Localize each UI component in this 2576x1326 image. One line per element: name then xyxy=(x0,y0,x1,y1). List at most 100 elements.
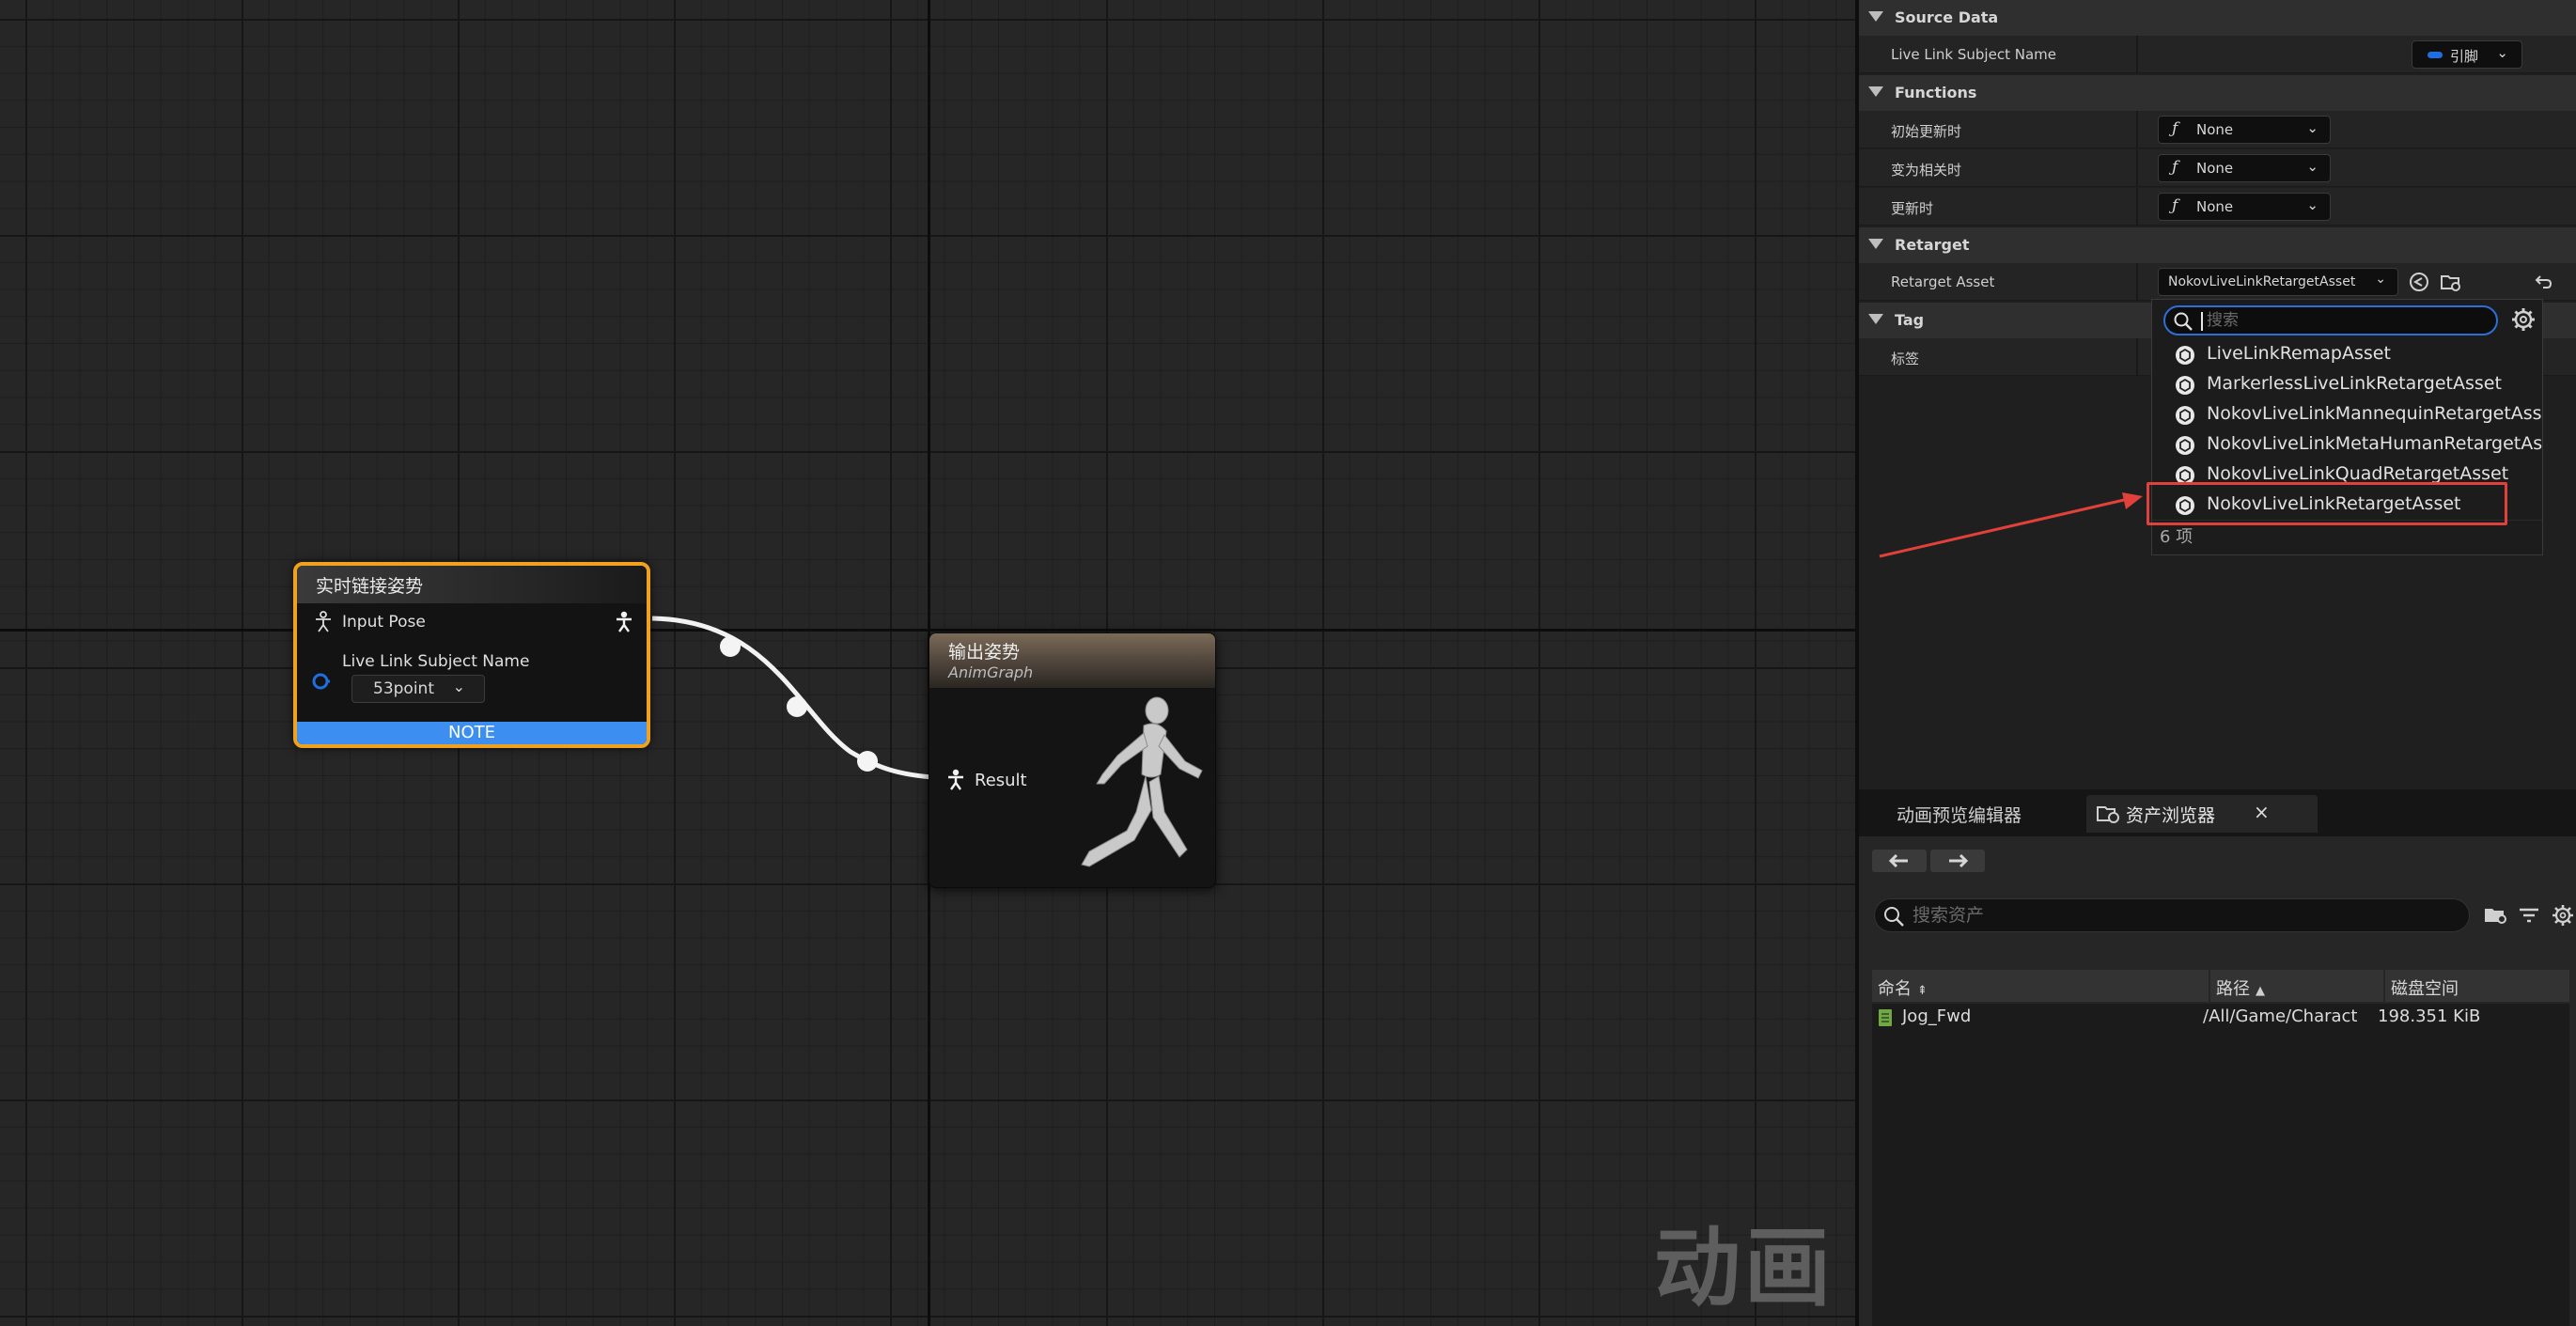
search-icon xyxy=(1884,907,1904,927)
chevron-down-icon: ⌄ xyxy=(2306,119,2318,136)
collapse-triangle-icon xyxy=(1868,239,1883,249)
result-pin[interactable]: Result xyxy=(946,769,1027,791)
use-selected-icon[interactable] xyxy=(2408,271,2430,293)
node-header: 输出姿势 AnimGraph xyxy=(929,633,1215,688)
subject-name-label: Live Link Subject Name xyxy=(342,652,530,671)
function-combo[interactable]: ƒ None ⌄ xyxy=(2158,154,2331,182)
picker-item-label: NokovLiveLinkMannequinRetargetAsset xyxy=(2207,403,2543,424)
function-combo[interactable]: ƒ None ⌄ xyxy=(2158,193,2331,221)
picker-item-label: NokovLiveLinkQuadRetargetAsset xyxy=(2207,463,2509,484)
filter-icon[interactable] xyxy=(2517,904,2541,927)
chevron-down-icon: ⌄ xyxy=(452,678,465,695)
person-pin-icon xyxy=(948,769,963,790)
subject-name-value: 引脚 xyxy=(2450,48,2479,65)
picker-item[interactable]: NokovLiveLinkMetaHumanRetargetAsset xyxy=(2152,429,2542,460)
chevron-down-icon: ⌄ xyxy=(2375,272,2386,287)
function-value: None xyxy=(2196,198,2234,215)
picker-item[interactable]: LiveLinkRemapAsset xyxy=(2152,339,2542,369)
column-header-name[interactable]: 命名 ⇞ xyxy=(1872,970,2209,1002)
prop-label: 变为相关时 xyxy=(1891,162,1962,179)
prop-label: 更新时 xyxy=(1891,200,1934,217)
table-row[interactable]: Jog_Fwd /All/Game/Charact 198.351 KiB xyxy=(1872,1004,2568,1032)
subject-name-value: 53point xyxy=(373,679,434,698)
function-combo[interactable]: ƒ None ⌄ xyxy=(2158,116,2331,144)
node-title: 输出姿势 xyxy=(948,642,1021,663)
asset-search-box[interactable] xyxy=(1874,898,2470,932)
output-pose-node[interactable]: 输出姿势 AnimGraph Result xyxy=(929,632,1216,888)
column-divider[interactable] xyxy=(2136,263,2138,301)
column-size-label: 磁盘空间 xyxy=(2391,979,2459,999)
panel-tab-bar: 动画预览编辑器 资产浏览器 × xyxy=(1859,789,2576,836)
picker-item-count: 6 项 xyxy=(2160,527,2194,547)
tab-asset-browser[interactable]: 资产浏览器 × xyxy=(2086,795,2318,833)
asset-class-icon xyxy=(2176,346,2194,365)
back-button[interactable] xyxy=(1872,850,1927,872)
output-pose-pin-icon[interactable] xyxy=(615,611,633,633)
picker-item-label: LiveLinkRemapAsset xyxy=(2207,343,2391,364)
live-link-pin-icon xyxy=(2428,52,2443,58)
chevron-down-icon: ⌄ xyxy=(2306,158,2318,175)
function-value: None xyxy=(2196,160,2234,177)
gear-icon[interactable] xyxy=(2551,904,2575,927)
section-title: Retarget xyxy=(1895,236,1970,254)
anim-sequence-icon xyxy=(1879,1009,1892,1026)
retarget-asset-value: NokovLiveLinkRetargetAsset xyxy=(2168,274,2356,289)
node-title: 实时链接姿势 xyxy=(297,566,647,603)
subject-name-dropdown[interactable]: 53point ⌄ xyxy=(351,675,485,703)
column-divider[interactable] xyxy=(2136,338,2138,376)
picker-item[interactable]: MarkerlessLiveLinkRetargetAsset xyxy=(2152,369,2542,399)
folder-icon[interactable] xyxy=(2483,904,2507,927)
asset-class-icon xyxy=(2176,406,2194,425)
input-pose-label: Input Pose xyxy=(342,613,426,632)
browse-icon[interactable] xyxy=(2440,271,2462,293)
live-link-pin-icon[interactable] xyxy=(310,671,331,692)
picker-search-input[interactable] xyxy=(2207,309,2479,332)
annotation-arrow xyxy=(1879,492,2143,558)
asset-search-input[interactable] xyxy=(1912,904,2439,927)
column-divider[interactable] xyxy=(2136,188,2138,226)
retarget-asset-combo[interactable]: NokovLiveLinkRetargetAsset ⌄ xyxy=(2158,268,2398,296)
column-header-size[interactable]: 磁盘空间 xyxy=(2385,970,2569,1002)
picker-search-box[interactable] xyxy=(2163,305,2498,335)
column-divider[interactable] xyxy=(2136,149,2138,187)
prop-function-1: 变为相关时 ƒ None ⌄ xyxy=(1859,149,2576,187)
column-header-path[interactable]: 路径 ▲ xyxy=(2210,970,2383,1002)
column-name-label: 命名 xyxy=(1878,979,1912,999)
section-functions[interactable]: Functions xyxy=(1859,75,2576,111)
section-title: Source Data xyxy=(1895,8,1999,26)
reset-arrow-icon[interactable] xyxy=(2532,271,2554,293)
section-title: Functions xyxy=(1895,84,1977,101)
column-divider[interactable] xyxy=(2136,36,2138,73)
close-icon[interactable]: × xyxy=(2254,801,2270,823)
prop-function-0: 初始更新时 ƒ None ⌄ xyxy=(1859,111,2576,148)
search-icon xyxy=(2174,312,2193,331)
content-browser-panel: 动画预览编辑器 资产浏览器 × 搜索资产 命名 ⇞ 路径 ▲ 磁盘空间 Jog_… xyxy=(1855,789,2576,1326)
tab-anim-preview-editor[interactable]: 动画预览编辑器 xyxy=(1897,802,2022,827)
gear-icon[interactable] xyxy=(2510,306,2537,333)
prop-function-2: 更新时 ƒ None ⌄ xyxy=(1859,188,2576,226)
asset-size: 198.351 KiB xyxy=(2378,1006,2481,1026)
text-caret xyxy=(2201,312,2203,331)
column-divider[interactable] xyxy=(2136,111,2138,148)
subject-name-combo[interactable]: 引脚 ⌄ xyxy=(2412,40,2522,69)
graph-watermark: 动画 xyxy=(1654,1218,1835,1318)
person-pin-icon xyxy=(316,611,331,632)
function-icon: ƒ xyxy=(2172,119,2178,138)
picker-item[interactable]: NokovLiveLinkMannequinRetargetAsset xyxy=(2152,399,2543,429)
input-pose-pin[interactable]: Input Pose xyxy=(314,611,426,633)
wire-reroute-knot xyxy=(787,696,807,717)
section-retarget[interactable]: Retarget xyxy=(1859,227,2576,263)
wire-reroute-knot xyxy=(857,751,878,772)
asset-class-icon xyxy=(2176,436,2194,455)
asset-class-icon xyxy=(2176,376,2194,395)
column-path-label: 路径 xyxy=(2216,979,2250,999)
forward-button[interactable] xyxy=(1930,850,1985,872)
prop-label: 初始更新时 xyxy=(1891,123,1962,140)
result-label: Result xyxy=(975,770,1027,790)
section-title: Tag xyxy=(1895,311,1925,329)
annotation-highlight-box xyxy=(2147,482,2507,525)
anim-graph-canvas[interactable]: 实时链接姿势 Input Pose Live Link Subject Name… xyxy=(0,0,1855,1326)
live-link-pose-node[interactable]: 实时链接姿势 Input Pose Live Link Subject Name… xyxy=(293,562,650,748)
prop-live-link-subject: Live Link Subject Name 引脚 ⌄ xyxy=(1859,36,2576,73)
section-source-data[interactable]: Source Data xyxy=(1859,0,2576,36)
